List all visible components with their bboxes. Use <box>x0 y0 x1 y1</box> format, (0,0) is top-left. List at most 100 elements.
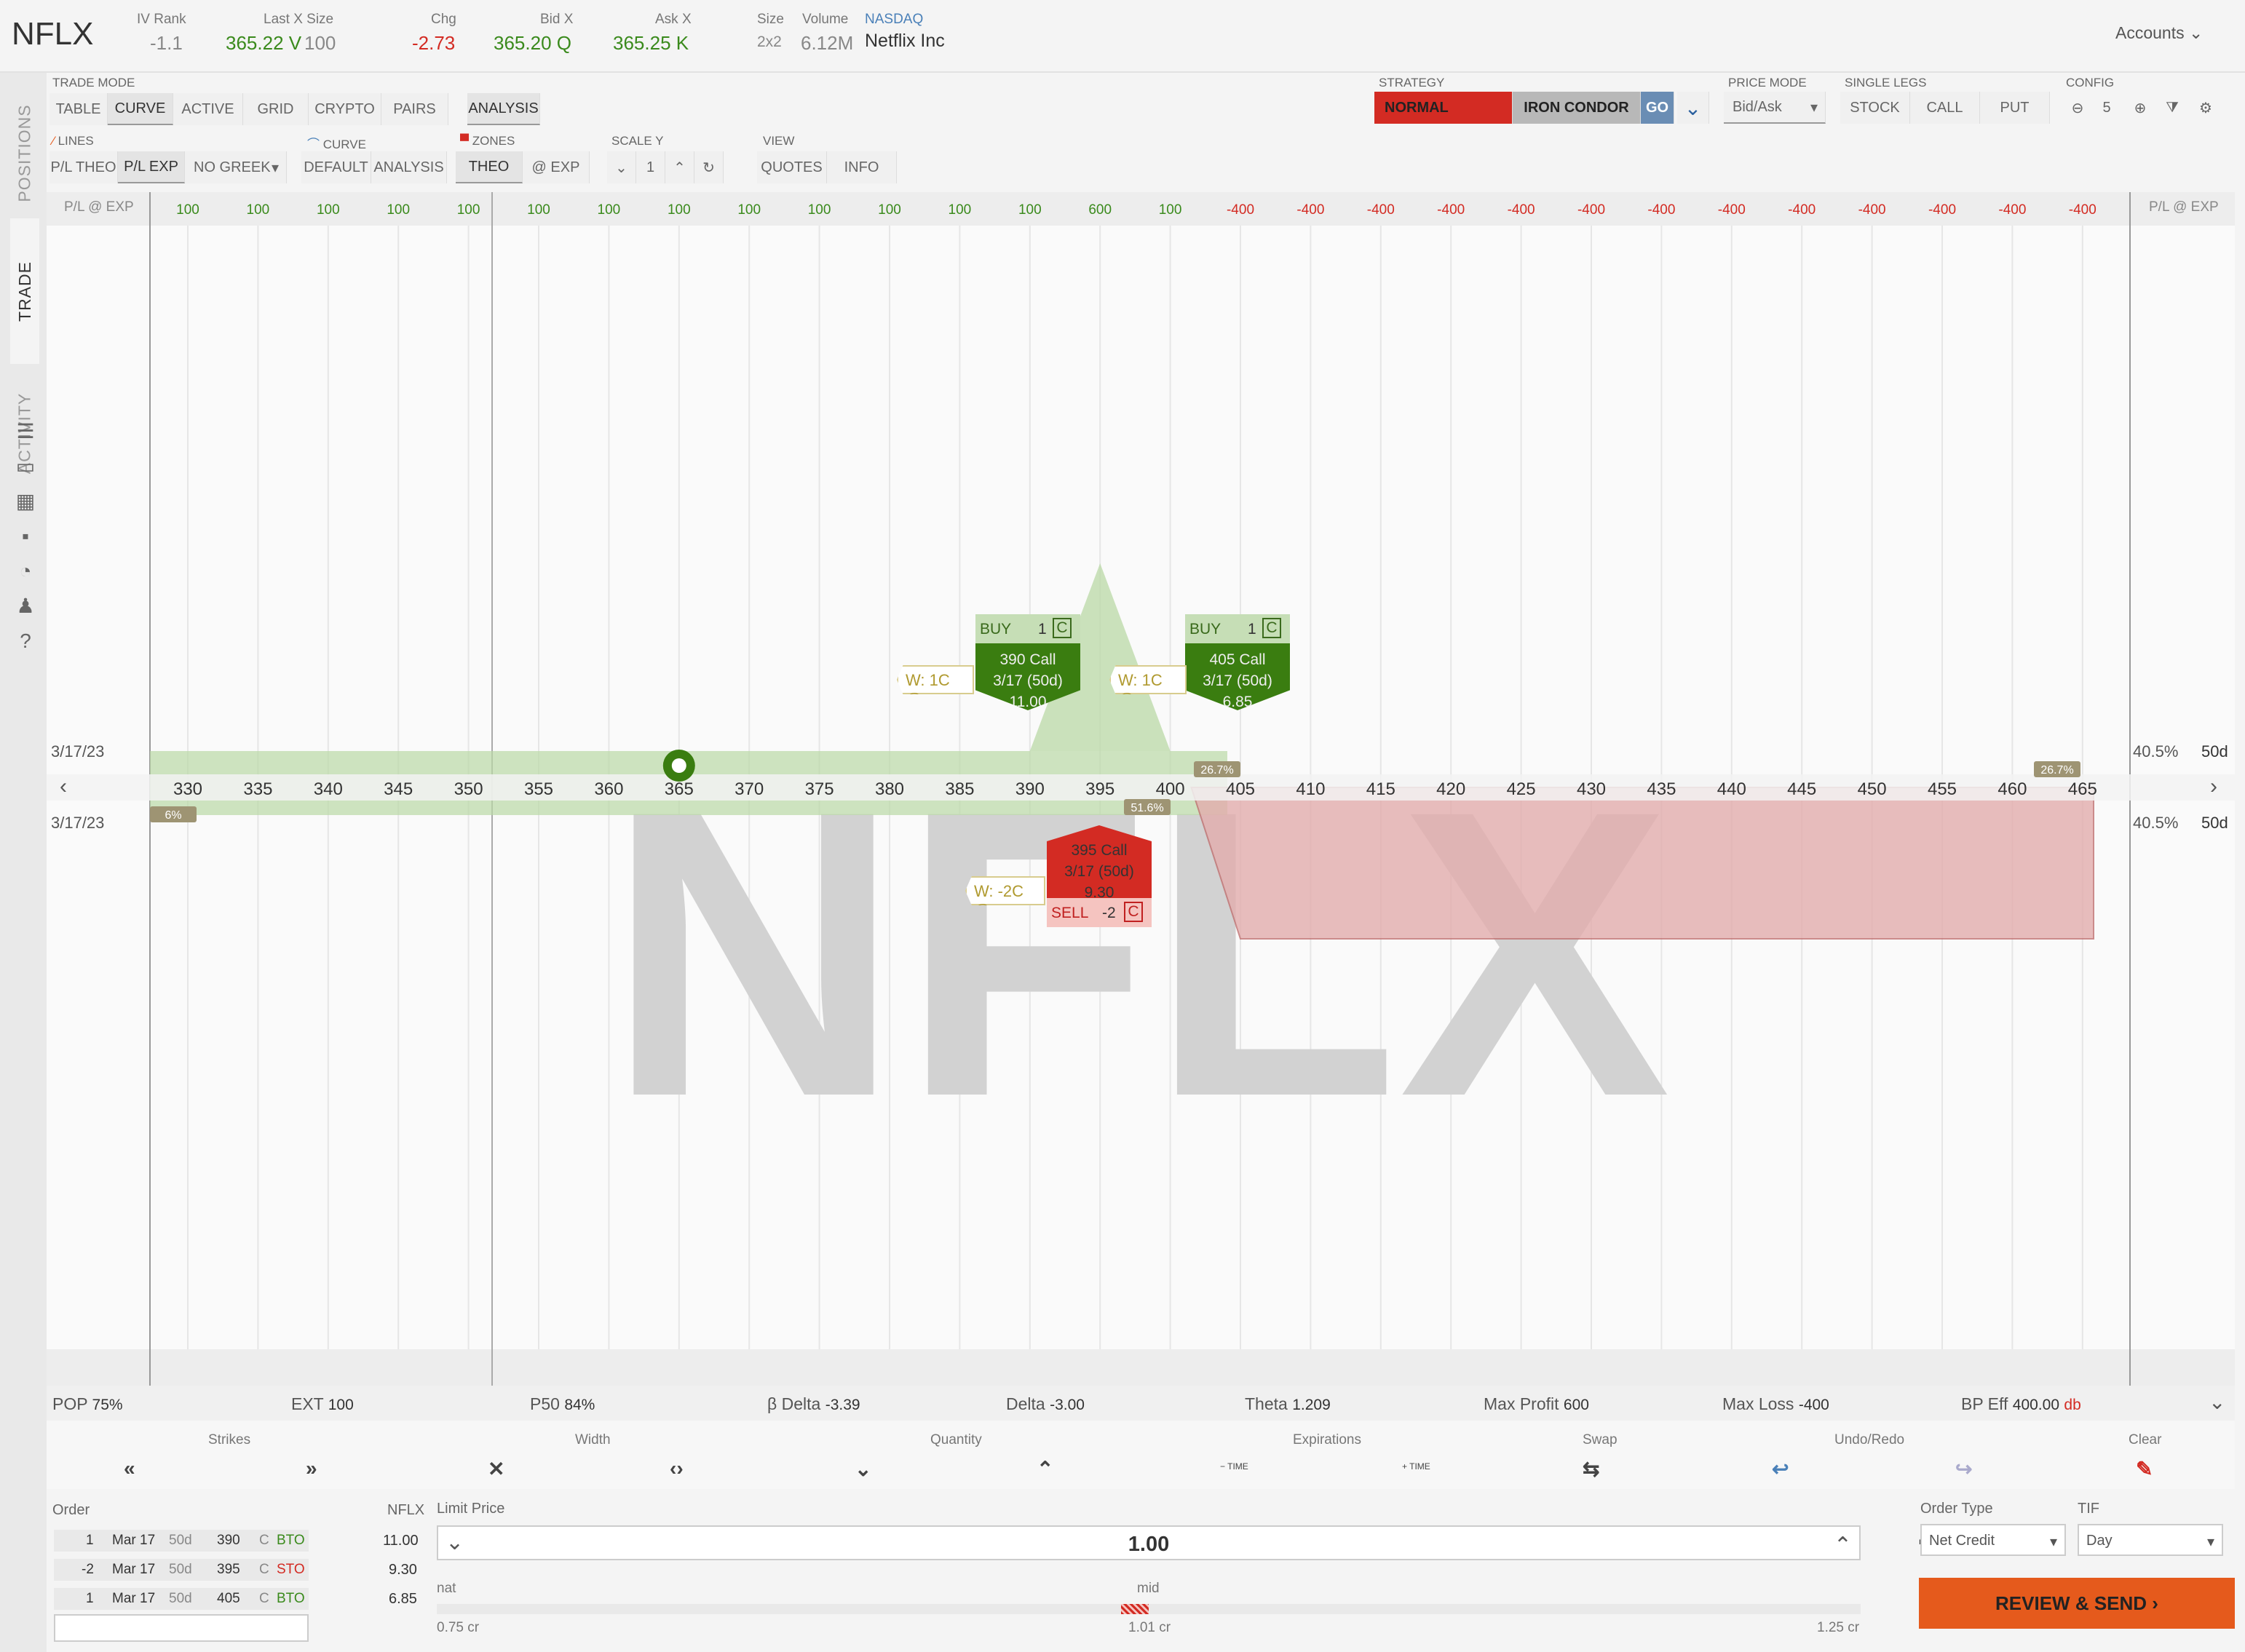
strike-label: 390 <box>1015 779 1045 799</box>
pl-value: -400 <box>1577 202 1605 218</box>
strategy-normal[interactable]: NORMAL <box>1374 92 1513 124</box>
size-value: 2x2 <box>757 33 782 50</box>
strategy-chevron-icon[interactable]: ⌄ <box>1677 92 1709 124</box>
quantity-up-icon[interactable]: ⌃ <box>1037 1457 1053 1481</box>
tab-curve[interactable]: CURVE <box>108 93 173 125</box>
bid-value[interactable]: 365.20 Q <box>494 32 571 55</box>
strike-label: 455 <box>1928 779 1957 799</box>
limit-price-value[interactable]: 1.00 <box>438 1533 1859 1557</box>
what-if-405[interactable]: W: 1C @ <box>1109 665 1187 694</box>
limit-up-icon[interactable]: ⌃ <box>1834 1533 1852 1558</box>
symbol[interactable]: NFLX <box>12 16 93 52</box>
order-row[interactable]: -2 Mar 17 50d 395 C STO <box>54 1559 309 1581</box>
tif-select[interactable]: Day ▾ <box>2078 1524 2223 1556</box>
scale-down-icon[interactable]: ⌄ <box>607 151 636 183</box>
price-mode-select[interactable]: Bid/Ask ▾ <box>1724 92 1826 124</box>
scroll-right-icon[interactable]: › <box>2210 774 2217 799</box>
zones-exp-button[interactable]: @ EXP <box>523 151 590 183</box>
zoom-out-icon[interactable]: ⊖ <box>2063 92 2092 124</box>
list-icon[interactable]: ☰ <box>15 421 36 442</box>
days-bottom: 50d <box>2201 814 2228 832</box>
tab-table[interactable]: TABLE <box>50 93 108 125</box>
analysis-curve-button[interactable]: ANALYSIS <box>371 151 447 183</box>
order-type-select[interactable]: Net Credit ▾ <box>1920 1524 2066 1556</box>
what-if-390[interactable]: W: 1C @ <box>897 665 974 694</box>
mid-label: mid <box>1137 1581 1160 1596</box>
swap-icon[interactable]: ⇆ <box>1583 1457 1599 1481</box>
undo-icon[interactable]: ↩ <box>1772 1457 1789 1481</box>
accounts-menu[interactable]: Accounts ⌄ <box>2115 23 2203 43</box>
order-tools: Strikes « » Width ✕ ‹› Quantity ⌄ ⌃ Expi… <box>47 1421 2235 1489</box>
quote-header: NFLX IV Rank -1.1 Last X Size 365.22 V 1… <box>0 0 2245 73</box>
clear-label: Clear <box>2129 1432 2162 1448</box>
order-row[interactable]: 1 Mar 17 50d 390 C BTO <box>54 1530 309 1552</box>
strikes-left-icon[interactable]: « <box>124 1457 135 1480</box>
pl-exp-button[interactable]: P/L EXP <box>118 151 185 183</box>
monitor-icon[interactable]: ▭ <box>15 456 36 477</box>
grid-icon[interactable]: ▪ <box>15 525 36 547</box>
strike-label: 365 <box>665 779 694 799</box>
strikes-right-icon[interactable]: » <box>306 1457 317 1480</box>
greek-select[interactable]: NO GREEK ▾ <box>185 151 287 183</box>
chart-icon[interactable]: ▦ <box>15 491 36 512</box>
price-slider[interactable] <box>437 1604 1861 1614</box>
tab-active[interactable]: ACTIVE <box>173 93 243 125</box>
pl-value: -400 <box>1998 202 2026 218</box>
zoom-in-icon[interactable]: ⊕ <box>2126 92 2155 124</box>
people-icon[interactable]: ♟ <box>15 595 36 617</box>
quantity-down-icon[interactable]: ⌄ <box>855 1457 871 1481</box>
gear-icon[interactable]: ⚙ <box>2191 92 2220 124</box>
default-curve-button[interactable]: DEFAULT <box>301 151 371 183</box>
bp-eff-stat: BP Eff 400.00 db <box>1961 1394 2081 1413</box>
iv-top: 40.5% <box>2133 742 2179 761</box>
order-row[interactable]: 1 Mar 17 50d 405 C BTO <box>54 1588 309 1610</box>
redo-icon[interactable]: ↪ <box>1955 1457 1972 1481</box>
call-button[interactable]: CALL <box>1910 92 1980 124</box>
zones-theo-button[interactable]: THEO <box>456 151 523 183</box>
price-slider-thumb[interactable] <box>1121 1604 1149 1614</box>
what-if-395[interactable]: W: -2C @ <box>965 876 1045 905</box>
tab-grid[interactable]: GRID <box>243 93 309 125</box>
stock-button[interactable]: STOCK <box>1840 92 1910 124</box>
curve-label: ⌒ CURVE <box>307 138 366 151</box>
put-button[interactable]: PUT <box>1980 92 2050 124</box>
expiration-earlier-icon[interactable]: − TIME <box>1220 1461 1248 1472</box>
width-wide-icon[interactable]: ‹› <box>670 1457 684 1480</box>
leg-card-405-header[interactable]: BUY 1 C <box>1185 614 1290 643</box>
tab-trade[interactable]: TRADE <box>10 218 39 364</box>
tab-positions[interactable]: POSITIONS <box>10 95 39 211</box>
accounts-label: Accounts <box>2115 23 2185 42</box>
leg-card-390-header[interactable]: BUY 1 C <box>975 614 1080 643</box>
strategy-iron-condor[interactable]: IRON CONDOR <box>1513 92 1641 124</box>
width-narrow-icon[interactable]: ✕ <box>488 1457 504 1481</box>
go-button[interactable]: GO <box>1641 92 1674 124</box>
review-send-button[interactable]: REVIEW & SEND › <box>1919 1578 2235 1629</box>
gauge-icon[interactable]: ◔ <box>15 560 36 582</box>
filter-icon[interactable]: ⧩ <box>2158 92 2187 124</box>
strike-label: 375 <box>805 779 834 799</box>
scale-up-icon[interactable]: ⌃ <box>665 151 694 183</box>
expand-chevron-icon[interactable]: ⌄ <box>2209 1390 2225 1414</box>
info-button[interactable]: INFO <box>827 151 897 183</box>
leg-card-395-footer[interactable]: SELL -2 C <box>1047 898 1152 927</box>
reset-icon[interactable]: ↻ <box>694 151 724 183</box>
quotes-button[interactable]: QUOTES <box>757 151 827 183</box>
tab-pairs[interactable]: PAIRS <box>381 93 448 125</box>
pl-value: -400 <box>1647 202 1675 218</box>
pl-theo-button[interactable]: P/L THEO <box>50 151 118 183</box>
ask-value[interactable]: 365.25 K <box>613 32 689 55</box>
pl-chart[interactable]: NFLX 330 335 340 345 350 355 360 365 370 375 380 385… <box>47 192 2235 1386</box>
pl-label-right: P/L @ EXP <box>2149 199 2219 215</box>
tab-crypto[interactable]: CRYPTO <box>309 93 381 125</box>
clear-icon[interactable]: ✎ <box>2136 1457 2153 1481</box>
expiration-later-icon[interactable]: + TIME <box>1402 1461 1430 1472</box>
limit-price-field[interactable]: ⌄ 1.00 ⌃ <box>437 1525 1861 1560</box>
scroll-left-icon[interactable]: ‹ <box>60 774 67 799</box>
add-leg-input[interactable] <box>54 1614 309 1642</box>
tab-analysis[interactable]: ANALYSIS <box>467 93 540 125</box>
p50-stat: P50 84% <box>530 1394 595 1413</box>
pl-header-band <box>47 192 2235 226</box>
days-top: 50d <box>2201 742 2228 761</box>
help-icon[interactable]: ? <box>15 630 36 652</box>
swap-label: Swap <box>1583 1432 1618 1448</box>
